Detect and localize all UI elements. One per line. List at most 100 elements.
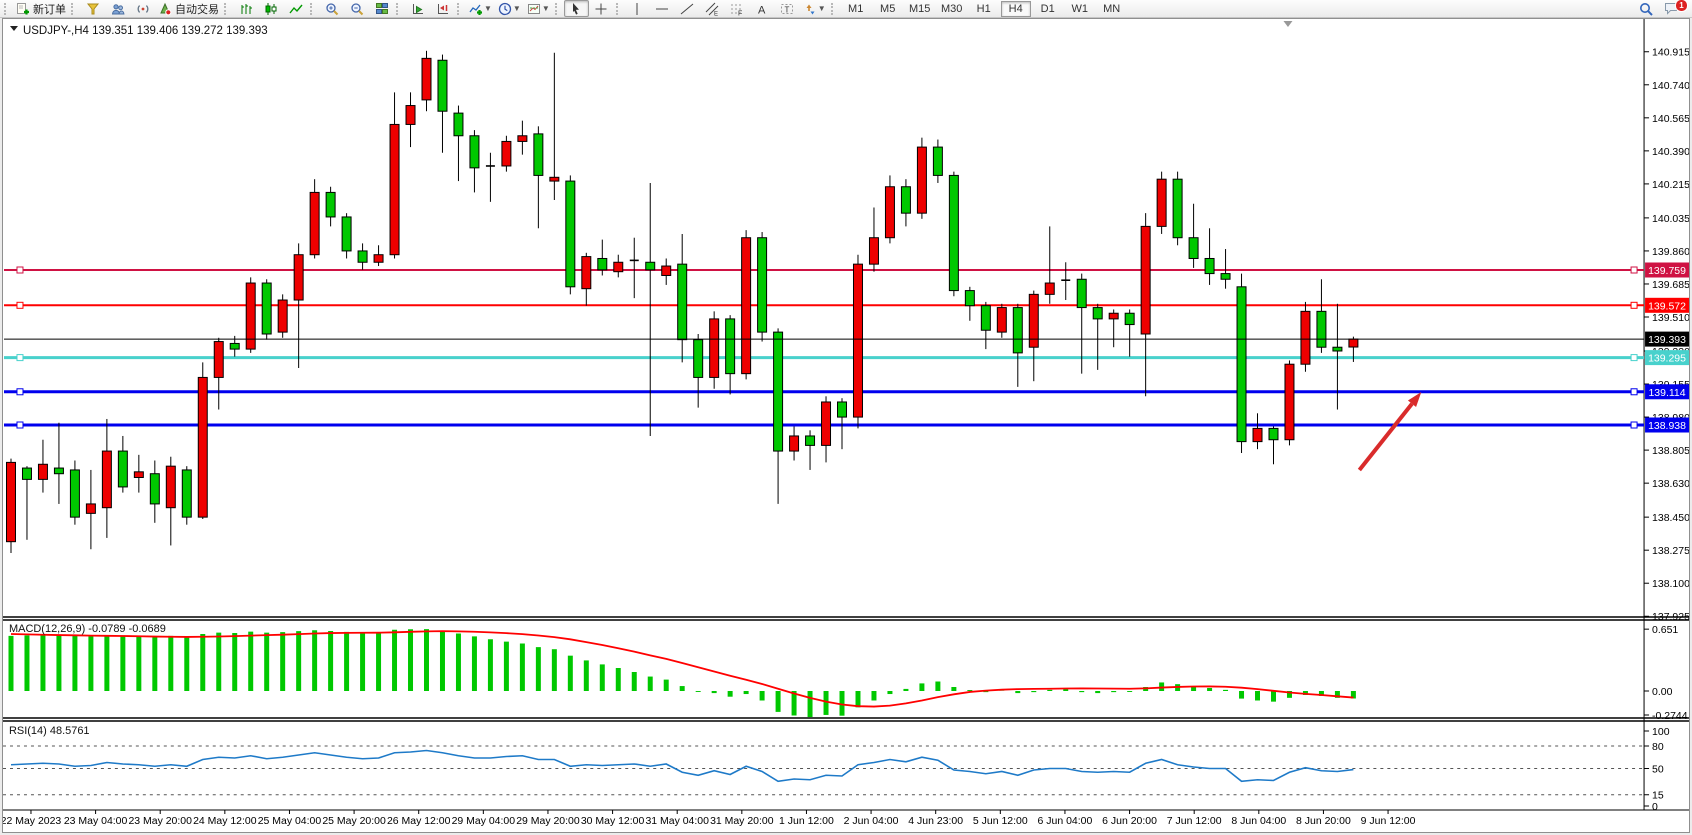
toolbar-grip[interactable] (310, 3, 317, 15)
bull-candle (662, 266, 671, 275)
signals-button[interactable] (130, 0, 155, 17)
horizontal-line-button[interactable] (650, 0, 675, 17)
templates-button[interactable]: ▼ (524, 0, 553, 17)
bear-candle (1333, 347, 1342, 351)
line-handle[interactable] (17, 422, 23, 428)
svg-text:F: F (738, 10, 742, 16)
bear-candle (54, 468, 63, 474)
toolbar-group: 自动交易 (80, 1, 222, 17)
line-handle[interactable] (1631, 302, 1637, 308)
line-handle[interactable] (1631, 355, 1637, 361)
chevron-down-icon[interactable]: ▼ (513, 4, 521, 13)
bear-candle (1205, 258, 1214, 273)
timeframe-M15[interactable]: M15 (905, 1, 935, 17)
line-handle[interactable] (17, 302, 23, 308)
line-handle[interactable] (17, 267, 23, 273)
svg-text:E: E (714, 11, 718, 16)
bull-candle (582, 257, 591, 289)
text-button[interactable]: A (750, 0, 775, 17)
notifications-button[interactable]: 1 (1664, 1, 1684, 16)
fibonacci-button[interactable]: F (725, 0, 750, 17)
zoom-out-button[interactable] (344, 0, 369, 17)
arrows-button[interactable]: ▼ (800, 0, 829, 17)
tile-windows-button[interactable] (369, 0, 394, 17)
periods-button[interactable]: ▼ (495, 0, 524, 17)
line-handle[interactable] (17, 355, 23, 361)
vline-icon (630, 2, 644, 16)
timeframe-M5[interactable]: M5 (873, 1, 903, 17)
timeframe-W1[interactable]: W1 (1065, 1, 1095, 17)
annotation-arrow[interactable] (1359, 404, 1412, 470)
cursor-button[interactable] (564, 0, 589, 17)
toolbar-grip[interactable] (555, 3, 562, 15)
bull-candle (1141, 226, 1150, 334)
vertical-line-button[interactable] (625, 0, 650, 17)
bear-candle (1269, 428, 1278, 439)
line-handle[interactable] (1631, 267, 1637, 273)
market-depth-icon (86, 2, 100, 16)
macd-label: MACD(12,26,9) -0.0789 -0.0689 (9, 623, 166, 635)
timeframe-MN[interactable]: MN (1097, 1, 1127, 17)
line-handle[interactable] (1631, 389, 1637, 395)
zoom-in-button[interactable] (319, 0, 344, 17)
indicators-button[interactable]: ▼ (466, 0, 495, 17)
bull-candle (853, 264, 862, 417)
community-button[interactable] (105, 0, 130, 17)
bar-chart-button[interactable] (233, 0, 258, 17)
bear-candle (22, 468, 31, 479)
bull-candle (518, 136, 527, 142)
line-handle[interactable] (17, 389, 23, 395)
bull-candle (390, 124, 399, 254)
autotrading-button[interactable]: 自动交易 (155, 0, 222, 17)
toolbar-grip[interactable] (616, 3, 623, 15)
symbol-dropdown-icon[interactable] (10, 26, 18, 31)
timeframe-H4[interactable]: H4 (1001, 1, 1031, 17)
trendline-button[interactable] (675, 0, 700, 17)
timeframe-M1[interactable]: M1 (841, 1, 871, 17)
toolbar-grip[interactable] (71, 3, 78, 15)
toolbar-group: E F AT ▼ (625, 1, 829, 17)
chart-canvas[interactable]: 140.915140.740140.565140.390140.215140.0… (3, 19, 1689, 832)
candlestick-chart-button[interactable] (258, 0, 283, 17)
auto-scroll-button[interactable] (405, 0, 430, 17)
time-tick-label: 31 May 20:00 (710, 816, 774, 827)
toolbar-group: ▼ ▼ ▼ (466, 1, 553, 17)
line-chart-icon (289, 2, 303, 16)
toolbar-grip[interactable] (4, 3, 11, 15)
market-depth-button[interactable] (80, 0, 105, 17)
chevron-down-icon[interactable]: ▼ (542, 4, 550, 13)
bull-candle (710, 319, 719, 378)
toolbar-group (564, 1, 614, 17)
indicators-add-icon (469, 2, 483, 16)
new-order-button[interactable]: 新订单 (13, 0, 69, 17)
bear-candle (1317, 311, 1326, 347)
timeframe-H1[interactable]: H1 (969, 1, 999, 17)
channel-button[interactable]: E (700, 0, 725, 17)
bull-candle (198, 377, 207, 517)
crosshair-button[interactable] (589, 0, 614, 17)
toolbar-grip[interactable] (831, 3, 838, 15)
toolbar-grip[interactable] (224, 3, 231, 15)
bull-candle (790, 436, 799, 451)
bear-candle (470, 136, 479, 168)
line-handle[interactable] (1631, 422, 1637, 428)
time-tick-label: 24 May 12:00 (193, 816, 257, 827)
bull-candle (1157, 179, 1166, 226)
timeframe-D1[interactable]: D1 (1033, 1, 1063, 17)
time-tick-label: 23 May 04:00 (64, 816, 128, 827)
chevron-down-icon[interactable]: ▼ (484, 4, 492, 13)
search-button[interactable] (1633, 0, 1658, 17)
chart-shift-button[interactable] (430, 0, 455, 17)
timeframe-M30[interactable]: M30 (937, 1, 967, 17)
toolbar-grip[interactable] (457, 3, 464, 15)
chevron-down-icon[interactable]: ▼ (818, 4, 826, 13)
label-button[interactable]: T (775, 0, 800, 17)
toolbar-group (233, 1, 308, 17)
line-chart-button[interactable] (283, 0, 308, 17)
clock-icon (498, 2, 512, 16)
bull-candle (1285, 364, 1294, 440)
toolbar-grip[interactable] (396, 3, 403, 15)
bear-candle (454, 113, 463, 136)
chart-shift-marker[interactable] (1283, 21, 1292, 27)
price-tick-label: 138.805 (1652, 446, 1689, 457)
